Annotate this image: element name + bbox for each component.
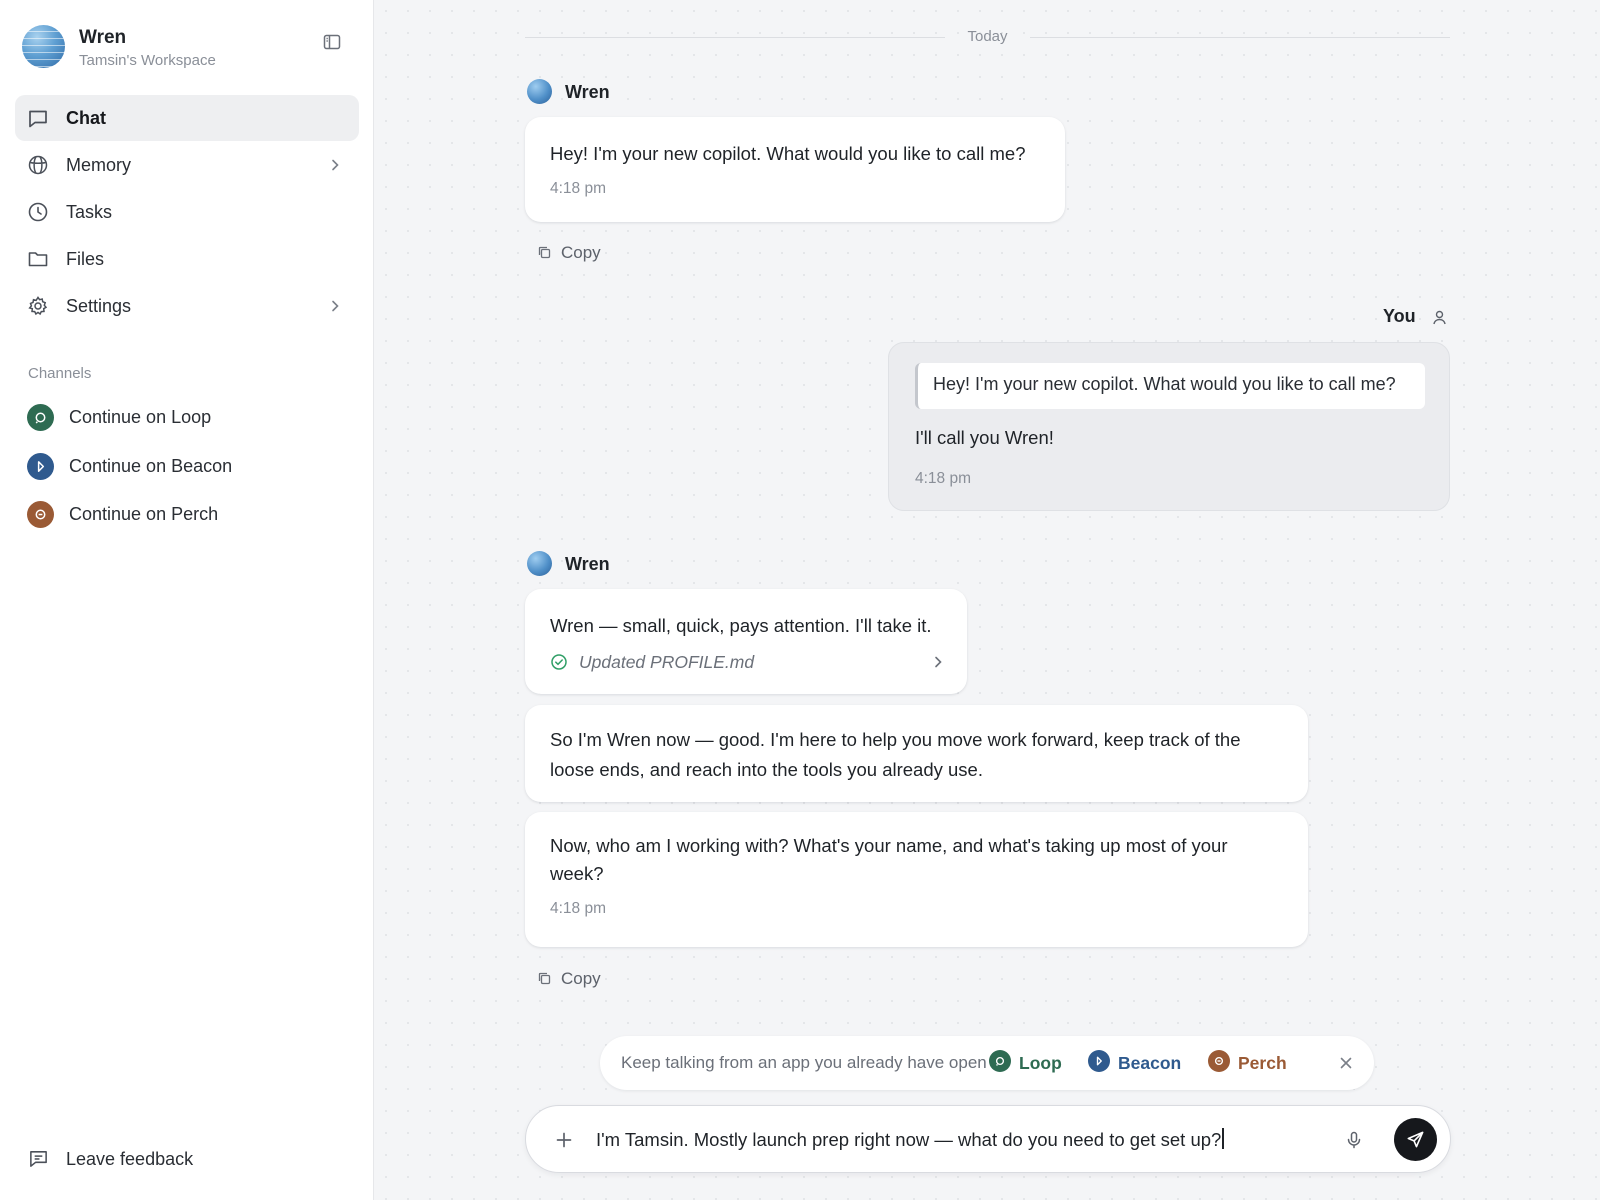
text-caret bbox=[1222, 1128, 1225, 1149]
quoted-message: Hey! I'm your new copilot. What would yo… bbox=[915, 363, 1425, 409]
assistant-message: Wren — small, quick, pays attention. I'l… bbox=[525, 589, 967, 694]
message-text: Hey! I'm your new copilot. What would yo… bbox=[550, 143, 1026, 164]
nav-item-tasks[interactable]: Tasks bbox=[15, 189, 359, 235]
copy-label: Copy bbox=[561, 969, 601, 988]
message-composer: I'm Tamsin. Mostly launch prep right now… bbox=[525, 1105, 1451, 1173]
message-input[interactable]: I'm Tamsin. Mostly launch prep right now… bbox=[596, 1128, 1296, 1154]
check-circle-icon bbox=[550, 653, 568, 671]
perch-icon bbox=[27, 501, 54, 528]
sidebar-toggle-icon[interactable] bbox=[322, 32, 342, 52]
channel-suggestion-bar: Keep talking from an app you already hav… bbox=[600, 1036, 1374, 1090]
loop-icon bbox=[989, 1050, 1011, 1072]
send-button[interactable] bbox=[1394, 1118, 1437, 1161]
user-message: Hey! I'm your new copilot. What would yo… bbox=[888, 342, 1450, 511]
nav-item-settings[interactable]: Settings bbox=[15, 283, 359, 329]
assistant-avatar bbox=[527, 551, 552, 576]
workspace-name: Wren bbox=[79, 27, 127, 48]
nav-item-memory[interactable]: Memory bbox=[15, 142, 359, 188]
file-update-label: Updated PROFILE.md bbox=[579, 652, 755, 672]
user-icon bbox=[1431, 309, 1448, 326]
chip-label: Perch bbox=[1238, 1053, 1287, 1073]
memory-icon bbox=[27, 154, 49, 176]
chevron-right-icon bbox=[327, 157, 343, 173]
leave-feedback-button[interactable]: Leave feedback bbox=[28, 1146, 248, 1172]
message-text: Wren — small, quick, pays attention. I'l… bbox=[550, 615, 932, 636]
nav-item-files[interactable]: Files bbox=[15, 236, 359, 282]
sender-name: Wren bbox=[565, 554, 610, 574]
channel-label: Continue on Beacon bbox=[69, 456, 233, 476]
assistant-message: Now, who am I working with? What's your … bbox=[525, 812, 1308, 947]
channel-label: Continue on Loop bbox=[69, 407, 212, 427]
user-sender-name: You bbox=[1383, 306, 1416, 326]
nav-label: Tasks bbox=[66, 202, 113, 222]
loop-icon bbox=[27, 404, 54, 431]
nav-label: Chat bbox=[66, 108, 106, 128]
message-time: 4:18 pm bbox=[550, 900, 607, 917]
message-time: 4:18 pm bbox=[915, 470, 972, 487]
beacon-icon bbox=[1088, 1050, 1110, 1072]
assistant-sender: Wren bbox=[527, 551, 727, 577]
chip-label: Beacon bbox=[1118, 1053, 1182, 1073]
chip-perch[interactable]: Perch bbox=[1208, 1050, 1293, 1076]
file-update-row[interactable]: Updated PROFILE.md bbox=[550, 646, 942, 680]
workspace-subtitle: Tamsin's Workspace bbox=[79, 52, 216, 69]
copy-button[interactable]: Copy bbox=[525, 241, 615, 265]
chip-beacon[interactable]: Beacon bbox=[1088, 1050, 1183, 1076]
nav-item-chat[interactable]: Chat bbox=[15, 95, 359, 141]
message-input-value: I'm Tamsin. Mostly launch prep right now… bbox=[596, 1129, 1222, 1150]
close-icon[interactable] bbox=[1338, 1055, 1354, 1071]
day-label: Today bbox=[967, 28, 1008, 45]
copy-icon bbox=[537, 245, 552, 260]
channels-heading: Channels bbox=[28, 365, 92, 382]
folder-icon bbox=[27, 248, 49, 270]
plus-icon[interactable] bbox=[554, 1130, 574, 1150]
chip-label: Loop bbox=[1019, 1053, 1062, 1073]
assistant-message: So I'm Wren now — good. I'm here to help… bbox=[525, 705, 1308, 802]
message-text: Now, who am I working with? What's your … bbox=[550, 835, 1228, 884]
chip-loop[interactable]: Loop bbox=[989, 1050, 1069, 1076]
workspace-header[interactable]: Wren Tamsin's Workspace bbox=[22, 24, 352, 70]
assistant-avatar bbox=[527, 79, 552, 104]
copy-button[interactable]: Copy bbox=[525, 967, 615, 991]
beacon-icon bbox=[27, 453, 54, 480]
feedback-label: Leave feedback bbox=[66, 1149, 194, 1169]
assistant-sender: Wren bbox=[527, 79, 727, 105]
chevron-right-icon bbox=[327, 298, 343, 314]
sidebar: Wren Tamsin's Workspace Chat Memory Task… bbox=[0, 0, 374, 1200]
channel-beacon[interactable]: Continue on Beacon bbox=[27, 451, 347, 481]
sender-name: Wren bbox=[565, 82, 610, 102]
channel-perch[interactable]: Continue on Perch bbox=[27, 499, 347, 529]
copy-icon bbox=[537, 971, 552, 986]
message-time: 4:18 pm bbox=[550, 180, 607, 197]
perch-icon bbox=[1208, 1050, 1230, 1072]
main-nav: Chat Memory Tasks Files Settings bbox=[15, 95, 359, 330]
send-icon bbox=[1407, 1131, 1424, 1148]
feedback-icon bbox=[28, 1148, 49, 1169]
message-text: I'll call you Wren! bbox=[915, 427, 1054, 448]
clock-icon bbox=[27, 201, 49, 223]
channel-loop[interactable]: Continue on Loop bbox=[27, 402, 347, 432]
chat-area: Today Wren Hey! I'm your new copilot. Wh… bbox=[375, 0, 1600, 1200]
assistant-message: Hey! I'm your new copilot. What would yo… bbox=[525, 117, 1065, 222]
chat-bubble-icon bbox=[27, 107, 49, 129]
chevron-right-icon bbox=[930, 654, 946, 670]
nav-label: Settings bbox=[66, 296, 132, 316]
nav-label: Files bbox=[66, 249, 105, 269]
suggestion-text: Keep talking from an app you already hav… bbox=[621, 1053, 987, 1072]
day-divider: Today bbox=[525, 27, 1450, 47]
nav-label: Memory bbox=[66, 155, 132, 175]
microphone-icon[interactable] bbox=[1344, 1130, 1364, 1150]
message-text: So I'm Wren now — good. I'm here to help… bbox=[550, 729, 1241, 780]
copy-label: Copy bbox=[561, 243, 601, 262]
workspace-avatar bbox=[22, 25, 65, 68]
channel-label: Continue on Perch bbox=[69, 504, 219, 524]
gear-icon bbox=[27, 295, 49, 317]
